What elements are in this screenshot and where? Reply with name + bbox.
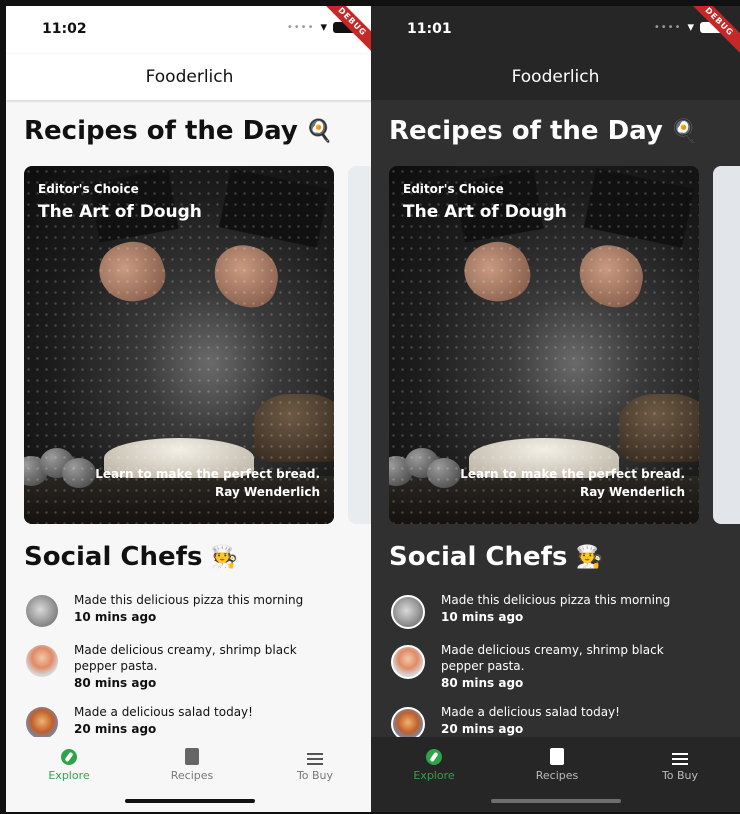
next-recipe-card-peek[interactable]: [348, 166, 373, 524]
feed-text: Made a delicious salad today!: [74, 705, 253, 719]
signal-icon: ••••: [653, 22, 682, 33]
tab-to-buy[interactable]: To Buy: [625, 747, 735, 782]
feed-time: 80 mins ago: [441, 676, 524, 690]
tab-recipes[interactable]: Recipes: [137, 747, 247, 782]
phone-dark-theme: 11:01 •••• ▾ DEBUG Fooderlich Recipes of…: [371, 6, 740, 812]
home-indicator[interactable]: [124, 799, 255, 803]
list-icon: [625, 747, 735, 767]
feed-item[interactable]: Made delicious creamy, shrimp black pepp…: [391, 642, 709, 691]
heading-text: Recipes of the Day: [389, 116, 663, 146]
heading-text: Recipes of the Day: [24, 116, 298, 146]
feed-item[interactable]: Made a delicious salad today! 20 mins ag…: [391, 704, 709, 741]
feed-text: Made this delicious pizza this morning: [441, 593, 671, 607]
avatar: [26, 595, 58, 627]
wifi-icon: ▾: [320, 20, 327, 35]
recipes-of-the-day-heading: Recipes of the Day 🍳: [389, 116, 698, 146]
status-time: 11:01: [407, 21, 452, 37]
compass-icon: [379, 747, 489, 767]
recipes-of-the-day-heading: Recipes of the Day 🍳: [24, 116, 333, 146]
feed-text: Made this delicious pizza this morning: [74, 593, 304, 607]
feed-text: Made a delicious salad today!: [441, 705, 620, 719]
feed-item[interactable]: Made delicious creamy, shrimp black pepp…: [26, 642, 342, 691]
heading-text: Social Chefs: [389, 542, 568, 572]
chef-icon: 🧑‍🍳: [575, 544, 603, 570]
signal-icon: ••••: [286, 22, 315, 33]
tab-label: Recipes: [170, 769, 214, 782]
feed-time: 20 mins ago: [441, 722, 524, 736]
social-chefs-heading: Social Chefs 🧑‍🍳: [389, 542, 603, 572]
card-description: Learn to make the perfect bread.: [460, 467, 685, 481]
feed-item[interactable]: Made a delicious salad today! 20 mins ag…: [26, 704, 342, 739]
avatar: [26, 645, 58, 677]
avatar: [391, 595, 425, 629]
tab-recipes[interactable]: Recipes: [502, 747, 612, 782]
next-recipe-card-peek[interactable]: [713, 166, 740, 524]
tab-label: To Buy: [296, 769, 334, 782]
feed-text: Made delicious creamy, shrimp black pepp…: [74, 643, 297, 673]
card-title: The Art of Dough: [403, 202, 567, 222]
phone-light-theme: 11:02 •••• ▾ DEBUG Fooderlich Recipes of…: [6, 6, 373, 812]
feed-time: 20 mins ago: [74, 722, 157, 736]
card-author: Ray Wenderlich: [215, 485, 320, 499]
comparison-frame: 11:02 •••• ▾ DEBUG Fooderlich Recipes of…: [0, 0, 740, 814]
home-indicator[interactable]: [490, 799, 621, 803]
card-tag: Editor's Choice: [38, 182, 139, 196]
feed-text: Made delicious creamy, shrimp black pepp…: [441, 643, 664, 673]
app-bar-title: Fooderlich: [6, 54, 373, 100]
feed-item[interactable]: Made this delicious pizza this morning 1…: [26, 592, 342, 627]
recipe-card[interactable]: Editor's Choice The Art of Dough Learn t…: [24, 166, 334, 524]
avatar: [391, 645, 425, 679]
heading-text: Social Chefs: [24, 542, 203, 572]
tab-label: Explore: [48, 769, 90, 782]
avatar: [391, 707, 425, 741]
book-icon: [502, 747, 612, 767]
frying-pan-icon: 🍳: [670, 118, 699, 144]
tab-label: Explore: [413, 769, 455, 782]
card-tag: Editor's Choice: [403, 182, 504, 196]
compass-icon: [14, 747, 124, 767]
feed-time: 80 mins ago: [74, 676, 157, 690]
tab-label: Recipes: [535, 769, 579, 782]
feed-time: 10 mins ago: [441, 610, 524, 624]
list-icon: [260, 747, 370, 767]
card-description: Learn to make the perfect bread.: [95, 467, 320, 481]
status-bar: 11:02 •••• ▾ DEBUG: [6, 6, 373, 58]
feed-time: 10 mins ago: [74, 610, 157, 624]
card-title: The Art of Dough: [38, 202, 202, 222]
tab-to-buy[interactable]: To Buy: [260, 747, 370, 782]
frying-pan-icon: 🍳: [305, 118, 334, 144]
card-author: Ray Wenderlich: [580, 485, 685, 499]
wifi-icon: ▾: [687, 20, 694, 35]
status-bar: 11:01 •••• ▾ DEBUG: [371, 6, 740, 58]
social-chefs-heading: Social Chefs 🧑‍🍳: [24, 542, 238, 572]
feed-item[interactable]: Made this delicious pizza this morning 1…: [391, 592, 709, 629]
app-bar-title: Fooderlich: [371, 54, 740, 100]
book-icon: [137, 747, 247, 767]
tab-explore[interactable]: Explore: [379, 747, 489, 782]
avatar: [26, 707, 58, 739]
status-time: 11:02: [42, 21, 87, 37]
tab-label: To Buy: [661, 769, 699, 782]
tab-explore[interactable]: Explore: [14, 747, 124, 782]
chef-icon: 🧑‍🍳: [210, 544, 238, 570]
recipe-card[interactable]: Editor's Choice The Art of Dough Learn t…: [389, 166, 699, 524]
